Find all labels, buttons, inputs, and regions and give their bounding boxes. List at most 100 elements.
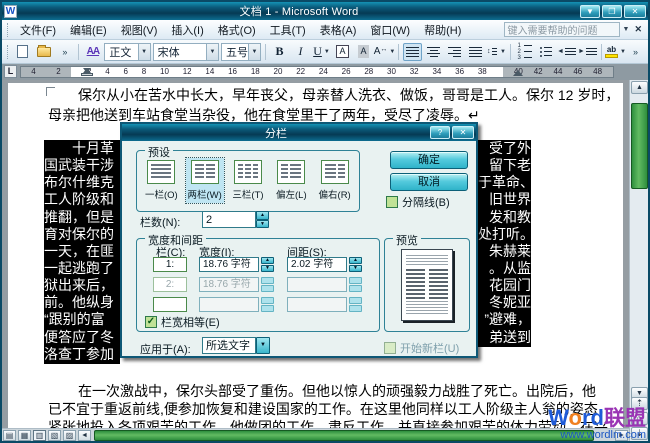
left-indent-marker[interactable] bbox=[81, 73, 93, 76]
reading-view-button[interactable]: ▨ bbox=[63, 429, 76, 441]
character-scale-button[interactable]: A▼ bbox=[374, 43, 396, 61]
menu-window[interactable]: 窗口(W) bbox=[363, 20, 417, 40]
chevron-down-icon[interactable]: ▼ bbox=[137, 43, 150, 60]
font-combo[interactable]: 宋体 ▼ bbox=[152, 42, 219, 61]
horizontal-scroll-thumb[interactable] bbox=[94, 429, 594, 441]
toolbar-separator bbox=[398, 43, 399, 60]
dialog-title: 分栏 bbox=[265, 127, 287, 140]
preset-right[interactable]: 偏右(R) bbox=[316, 158, 354, 203]
toolbar-options-button[interactable]: » bbox=[55, 43, 74, 61]
new-document-button[interactable] bbox=[13, 43, 32, 61]
menu-file[interactable]: 文件(F) bbox=[13, 20, 63, 40]
dialog-help-button[interactable]: ? bbox=[430, 126, 450, 139]
bullet-list-button[interactable] bbox=[536, 43, 555, 61]
italic-button[interactable]: I bbox=[291, 43, 310, 61]
word-app-icon: W bbox=[4, 4, 17, 18]
right-indent-marker[interactable] bbox=[513, 65, 523, 76]
horizontal-ruler[interactable]: 42 2 4 6 8 10 12 14 16 18 20 22 24 26 28 30 32 34 36 38 40… bbox=[20, 66, 614, 78]
preset-one-column[interactable]: 一栏(O) bbox=[142, 158, 180, 203]
vertical-scroll-thumb[interactable] bbox=[631, 103, 648, 189]
column-1-width-spinner[interactable]: ▲ ▼ bbox=[261, 257, 274, 272]
print-layout-view-button[interactable]: ▥ bbox=[33, 429, 46, 441]
character-shading-button[interactable]: A bbox=[354, 43, 373, 61]
normal-view-button[interactable]: ▤ bbox=[3, 429, 16, 441]
toolbar-overflow-button[interactable]: » bbox=[626, 43, 645, 61]
apply-to-dropdown[interactable]: 所选文字 bbox=[202, 337, 256, 354]
column-1-spacing-spinner[interactable]: ▲ ▼ bbox=[349, 257, 362, 272]
selected-text-left-column[interactable]: 十月革 国武装干涉 布尔什维克 工人阶级和 推翻，但是 育对保尔的 一天，在匪 … bbox=[44, 140, 120, 364]
tab-selector[interactable]: L bbox=[4, 65, 17, 78]
center-button[interactable] bbox=[424, 43, 443, 61]
web-layout-view-button[interactable]: ▦ bbox=[18, 429, 31, 441]
spin-up-icon: ▲ bbox=[256, 211, 269, 220]
chevron-down-icon[interactable]: ▼ bbox=[206, 43, 218, 60]
columns-count-spinner[interactable]: ▲ ▼ bbox=[256, 211, 269, 228]
minimize-button[interactable]: ▼ bbox=[580, 4, 600, 18]
help-question-input[interactable]: 键入需要帮助的问题 bbox=[503, 22, 620, 37]
columns-count-label: 栏数(N): bbox=[140, 217, 181, 229]
paragraph-line[interactable]: 在一次激战中，保尔头部受了重伤。但他以惊人的顽强毅力战胜了死亡。出院后，他 bbox=[78, 383, 596, 400]
styles-and-formatting-button[interactable]: AA bbox=[83, 43, 102, 61]
preview-page bbox=[401, 249, 453, 321]
menu-tools[interactable]: 工具(T) bbox=[263, 20, 313, 40]
font-value: 宋体 bbox=[157, 46, 180, 59]
preset-three-columns[interactable]: 三栏(T) bbox=[229, 158, 267, 203]
apply-to-dropdown-arrow[interactable]: ▼ bbox=[256, 337, 270, 354]
increase-indent-button[interactable]: ► bbox=[578, 43, 597, 61]
vertical-scrollbar[interactable]: ▲ ▼ ⇡ ○ ⇣ bbox=[629, 80, 648, 441]
justify-button[interactable] bbox=[403, 42, 422, 61]
separator-line-checkbox[interactable] bbox=[386, 196, 398, 208]
outline-view-button[interactable]: ▧ bbox=[48, 429, 61, 441]
separator-line-label: 分隔线(B) bbox=[402, 197, 450, 209]
equal-width-checkbox[interactable]: ✓ bbox=[145, 316, 157, 328]
menu-help[interactable]: 帮助(H) bbox=[417, 20, 468, 40]
restore-button[interactable]: ❐ bbox=[602, 4, 622, 18]
bold-button[interactable]: B bbox=[270, 43, 289, 61]
underline-button[interactable]: U ▼ bbox=[312, 43, 331, 61]
column-1-width-field[interactable]: 18.76 字符 bbox=[199, 257, 259, 272]
paragraph-line[interactable]: 已不宜于重返前线,便参加恢复和建设国家的工作。在这里他同样以工人阶级主人翁的姿态… bbox=[48, 401, 612, 418]
menu-format[interactable]: 格式(O) bbox=[211, 20, 263, 40]
distribute-button[interactable] bbox=[466, 43, 485, 61]
paragraph-line[interactable]: 保尔从小在苦水中长大，早年丧父，母亲替人洗衣、做饭，哥哥是工人。保尔 12 岁时… bbox=[78, 87, 619, 104]
menu-table[interactable]: 表格(A) bbox=[313, 20, 364, 40]
character-border-button[interactable]: A bbox=[333, 43, 352, 61]
menubar-close-icon[interactable]: ✕ bbox=[632, 24, 646, 35]
selected-text-right-column[interactable]: 受了外 留下老 于革命、 旧世界 发和教 处打听。 朱赫莱 。从监 花园门 冬妮… bbox=[478, 140, 531, 347]
align-right-button[interactable] bbox=[445, 43, 464, 61]
menu-view[interactable]: 视图(V) bbox=[114, 20, 165, 40]
paragraph-line[interactable]: 紧张地投入各项艰苦的工作。他做团的工作、肃反工作，并直接参加艰苦的体力劳动。在兴 bbox=[48, 419, 608, 428]
column-1-spacing-field[interactable]: 2.02 字符 bbox=[287, 257, 347, 272]
menu-edit[interactable]: 编辑(E) bbox=[63, 20, 114, 40]
dialog-close-button[interactable]: ✕ bbox=[452, 126, 474, 139]
preview-group: 预览 bbox=[384, 232, 470, 332]
close-button[interactable]: ✕ bbox=[624, 4, 646, 18]
dialog-title-bar[interactable]: 分栏 ? ✕ bbox=[122, 124, 476, 141]
preset-left[interactable]: 偏左(L) bbox=[272, 158, 310, 203]
help-dropdown-icon[interactable]: ▼ bbox=[620, 26, 633, 33]
highlight-button[interactable]: ab ▼ bbox=[605, 43, 626, 61]
word-window: W 文档 1 - Microsoft Word ▼ ❐ ✕ 文件(F) 编辑(E… bbox=[0, 0, 650, 443]
ok-button[interactable]: 确定 bbox=[390, 151, 468, 169]
hanging-indent-marker[interactable] bbox=[83, 64, 91, 73]
style-combo[interactable]: 正文 ▼ bbox=[104, 42, 151, 61]
chevron-down-icon[interactable]: ▼ bbox=[248, 43, 260, 60]
columns-count-field[interactable]: 2 bbox=[202, 211, 256, 228]
preset-two-columns[interactable]: 两栏(W) bbox=[184, 157, 225, 204]
column-3-width-field bbox=[199, 297, 259, 312]
line-spacing-button[interactable]: ↕ ▼ bbox=[487, 43, 506, 61]
menu-grip bbox=[7, 22, 10, 37]
numbered-list-button[interactable]: 1 2 3 bbox=[515, 43, 534, 61]
menu-insert[interactable]: 插入(I) bbox=[164, 20, 210, 40]
lines-icon bbox=[585, 48, 597, 55]
scroll-up-button[interactable]: ▲ bbox=[631, 81, 648, 94]
font-size-combo[interactable]: 五号 ▼ bbox=[221, 42, 261, 61]
apply-to-label: 应用于(A): bbox=[140, 344, 191, 356]
open-folder-icon bbox=[36, 44, 51, 57]
decrease-indent-button[interactable]: ◄ bbox=[557, 43, 576, 61]
cancel-button[interactable]: 取消 bbox=[390, 173, 468, 191]
ruler-left-margin: 42 bbox=[21, 67, 71, 77]
chevrons-icon: » bbox=[62, 46, 68, 57]
open-button[interactable] bbox=[34, 43, 53, 61]
scroll-left-button[interactable]: ◄ bbox=[78, 429, 91, 441]
